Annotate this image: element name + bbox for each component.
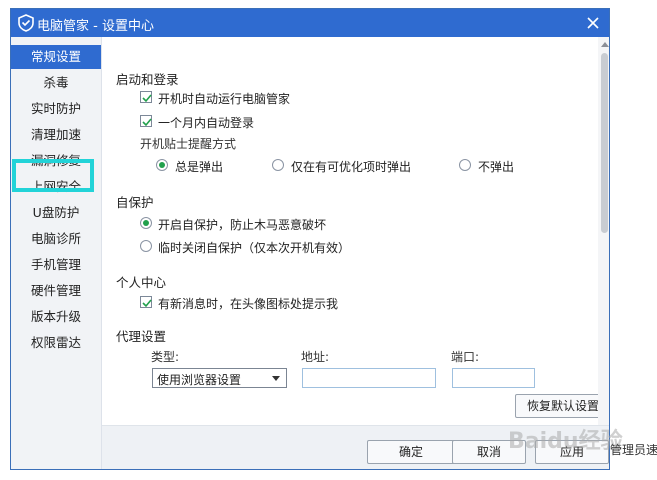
auto-run-checkbox[interactable] (140, 91, 152, 103)
background-text: 管理员速 (610, 443, 657, 457)
window-title: 电脑管家 - 设置中心 (37, 19, 154, 34)
dialog-footer: 确定 取消 应用 (102, 425, 609, 469)
self-protect-off-radio[interactable] (140, 240, 152, 252)
settings-content: 启动和登录 开机时自动运行电脑管家 一个月内自动登录 开机贴士提醒方式 总是弹出… (102, 37, 609, 425)
ok-button[interactable]: 确定 (367, 440, 455, 464)
sidebar-item-realtime[interactable]: 实时防护 (11, 97, 101, 121)
sidebar-item-general[interactable]: 常规设置 (11, 45, 101, 69)
proxy-type-select[interactable]: 使用浏览器设置 (152, 368, 287, 388)
sidebar-item-usb[interactable]: U盘防护 (11, 201, 101, 225)
sidebar-item-label: 权限雷达 (30, 335, 81, 350)
auto-login-label: 一个月内自动登录 (158, 116, 255, 130)
chevron-down-icon (272, 376, 280, 381)
sidebar-item-permission-radar[interactable]: 权限雷达 (11, 331, 101, 355)
check-icon (142, 299, 152, 308)
tips-always-label: 总是弹出 (175, 160, 224, 174)
sidebar-item-hardware[interactable]: 硬件管理 (11, 279, 101, 303)
notify-checkbox[interactable] (140, 296, 152, 308)
check-icon (142, 94, 152, 103)
close-icon[interactable] (583, 13, 603, 33)
section-title-startup: 启动和登录 (116, 72, 179, 87)
tips-always-radio[interactable] (156, 159, 168, 171)
self-protect-on-label: 开启自保护，防止木马恶意破坏 (158, 218, 327, 232)
sidebar-item-cleanup[interactable]: 清理加速 (11, 123, 101, 147)
notify-label: 有新消息时，在头像图标处提示我 (158, 297, 339, 311)
section-title-personal: 个人中心 (116, 275, 167, 290)
scroll-thumb[interactable] (601, 53, 608, 233)
sidebar-item-label: 清理加速 (30, 127, 81, 142)
self-protect-off-label: 临时关闭自保护（仅本次开机有效） (158, 241, 351, 255)
sidebar-item-label: 版本升级 (30, 309, 81, 324)
auto-login-checkbox[interactable] (140, 115, 152, 127)
cancel-button[interactable]: 取消 (452, 440, 526, 464)
section-title-self-protect: 自保护 (116, 195, 154, 210)
sidebar-item-label: 上网安全 (30, 179, 81, 194)
sidebar-item-label: 常规设置 (30, 49, 81, 64)
proxy-port-label: 端口: (451, 350, 480, 364)
tips-optimizable-radio[interactable] (272, 159, 284, 171)
restore-defaults-button[interactable]: 恢复默认设置 (515, 394, 609, 418)
tips-optimizable-label: 仅在有可优化项时弹出 (291, 160, 412, 174)
sidebar-item-upgrade[interactable]: 版本升级 (11, 305, 101, 329)
sidebar-item-label: 实时防护 (30, 101, 81, 116)
section-title-proxy: 代理设置 (116, 329, 167, 344)
sidebar-item-antivirus[interactable]: 杀毒 (11, 71, 101, 95)
scroll-up-icon[interactable] (601, 42, 609, 47)
tips-mode-title: 开机贴士提醒方式 (140, 137, 237, 151)
proxy-port-input[interactable] (452, 368, 535, 388)
sidebar-item-web-security[interactable]: 上网安全 (11, 175, 101, 199)
self-protect-on-radio[interactable] (140, 217, 152, 229)
tips-never-radio[interactable] (459, 159, 471, 171)
proxy-type-label: 类型: (151, 350, 180, 364)
sidebar-item-phone[interactable]: 手机管理 (11, 253, 101, 277)
settings-window: 电脑管家 - 设置中心 常规设置 杀毒 实时防护 清理加速 漏洞修复 上网安全 … (10, 8, 610, 470)
tips-never-label: 不弹出 (478, 160, 515, 174)
sidebar-item-label: 手机管理 (30, 257, 81, 272)
proxy-address-input[interactable] (302, 368, 436, 388)
sidebar-item-clinic[interactable]: 电脑诊所 (11, 227, 101, 251)
proxy-type-value: 使用浏览器设置 (157, 373, 242, 387)
sidebar-item-label: 电脑诊所 (30, 231, 81, 246)
titlebar: 电脑管家 - 设置中心 (11, 9, 609, 37)
sidebar-item-label: 漏洞修复 (30, 153, 81, 168)
vertical-scrollbar[interactable] (598, 37, 609, 425)
sidebar-item-label: 杀毒 (43, 75, 69, 90)
sidebar-item-patch[interactable]: 漏洞修复 (11, 149, 101, 173)
apply-button[interactable]: 应用 (535, 440, 609, 464)
sidebar-item-label: 硬件管理 (30, 283, 81, 298)
check-icon (142, 118, 152, 127)
proxy-address-label: 地址: (301, 350, 330, 364)
sidebar-item-label: U盘防护 (32, 205, 80, 220)
shield-logo-icon (18, 14, 34, 32)
sidebar: 常规设置 杀毒 实时防护 清理加速 漏洞修复 上网安全 U盘防护 电脑诊所 手机… (11, 37, 102, 469)
auto-run-label: 开机时自动运行电脑管家 (158, 92, 291, 106)
